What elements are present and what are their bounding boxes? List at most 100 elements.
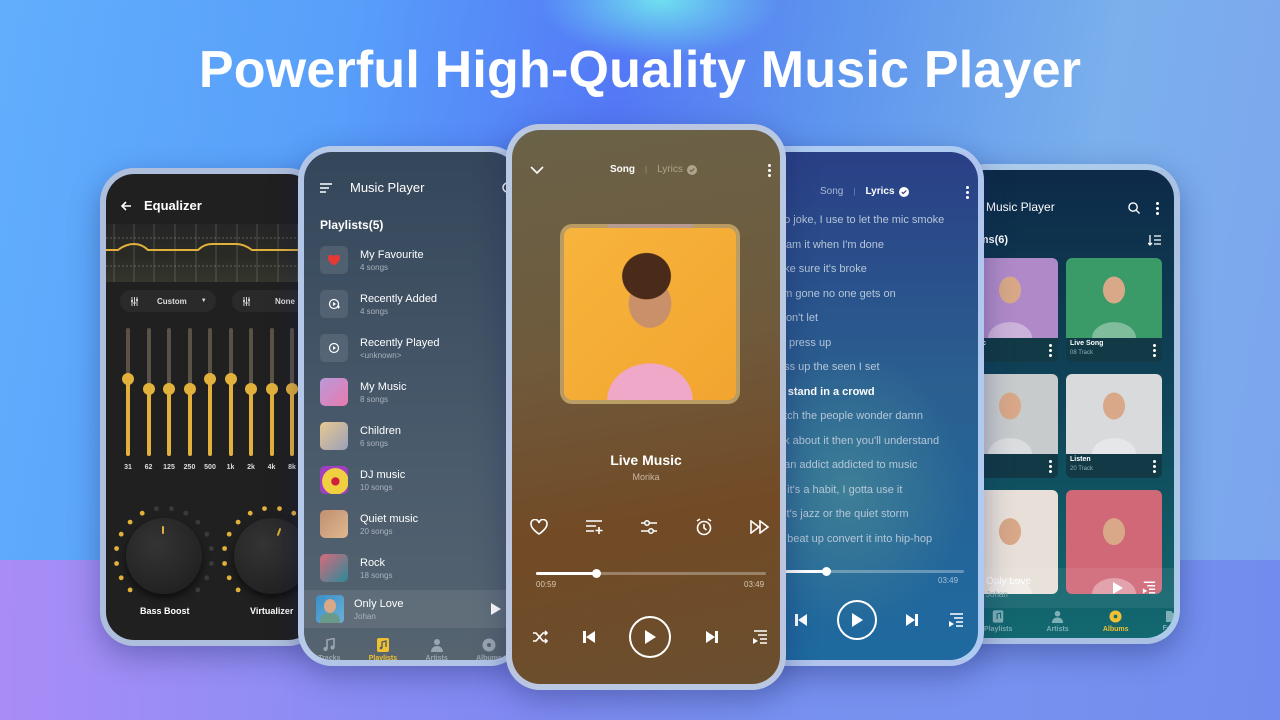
- heart-icon[interactable]: [530, 518, 548, 536]
- eq-band-slider[interactable]: [286, 328, 298, 456]
- next-icon[interactable]: [905, 613, 919, 627]
- lyric-line[interactable]: I'm gone no one gets on: [778, 288, 978, 300]
- playlist-item[interactable]: Children 6 songs: [320, 416, 518, 456]
- playlist-item[interactable]: Rock 18 songs: [320, 548, 518, 588]
- preset-dropdown[interactable]: Custom ▼: [120, 290, 216, 312]
- lyric-line[interactable]: e it's a habit, I gotta use it: [778, 484, 978, 496]
- playlist-cover: [320, 554, 348, 582]
- nav-label: Tracks: [318, 655, 341, 662]
- lyric-line[interactable]: ake sure it's broke: [778, 263, 978, 275]
- equalizer-settings-icon[interactable]: [640, 518, 658, 536]
- lyric-line[interactable]: a beat up convert it into hip-hop: [778, 533, 978, 545]
- eq-band-thumb[interactable]: [265, 383, 278, 395]
- lyric-line[interactable]: nk about it then you'll understand: [778, 435, 978, 447]
- sort-icon[interactable]: [1148, 234, 1161, 246]
- previous-icon[interactable]: [582, 630, 596, 644]
- eq-band-fill: [146, 389, 151, 456]
- nav-albums[interactable]: Albums: [1103, 610, 1129, 633]
- eq-band-slider[interactable]: [183, 328, 196, 456]
- virtualizer-label: Virtualizer: [250, 606, 294, 616]
- playlist-item[interactable]: Recently Played <unknown>: [320, 328, 518, 368]
- mini-player[interactable]: Only Love Johan: [958, 568, 1174, 608]
- eq-band-slider[interactable]: [224, 328, 237, 456]
- playlist-item[interactable]: My Favourite 4 songs: [320, 240, 518, 280]
- eq-band-thumb[interactable]: [286, 383, 298, 395]
- album-card[interactable]: Listen 20 Track: [1066, 374, 1162, 478]
- elapsed-time: 00:59: [536, 580, 557, 589]
- nav-playlists[interactable]: Playlists: [369, 638, 397, 660]
- tab-song[interactable]: Song: [820, 186, 843, 197]
- eq-band-thumb[interactable]: [245, 383, 257, 395]
- play-icon[interactable]: [1112, 581, 1124, 595]
- lyric-line[interactable]: atch the people wonder damn: [778, 410, 978, 422]
- queue-icon[interactable]: [1142, 581, 1156, 594]
- nav-albums[interactable]: Albums: [476, 638, 502, 660]
- playlist-item[interactable]: Quiet music 20 songs: [320, 504, 518, 544]
- knob-level-dot: [195, 519, 201, 525]
- nav-artists[interactable]: Artists: [426, 638, 448, 660]
- eq-band-thumb[interactable]: [224, 373, 237, 385]
- playlist-item[interactable]: DJ music 10 songs: [320, 460, 518, 500]
- back-arrow-icon[interactable]: [120, 200, 132, 212]
- eq-band-slider[interactable]: [204, 328, 216, 456]
- knob-level-dot: [114, 561, 119, 566]
- queue-icon[interactable]: [948, 613, 964, 627]
- nav-artists[interactable]: Artists: [1047, 610, 1069, 633]
- eq-band-thumb[interactable]: [163, 383, 175, 395]
- album-more-icon[interactable]: [1049, 344, 1052, 357]
- lyric-line[interactable]: slam it when I'm done: [778, 239, 978, 251]
- menu-icon[interactable]: [320, 182, 332, 193]
- album-more-icon[interactable]: [1049, 460, 1052, 473]
- mini-player[interactable]: Only Love Johan: [304, 590, 518, 628]
- speed-forward-icon[interactable]: [750, 518, 770, 536]
- chevron-down-icon[interactable]: [530, 166, 544, 175]
- album-card[interactable]: Live Song 08 Track: [1066, 258, 1162, 362]
- eq-band-slider[interactable]: [265, 328, 278, 456]
- tab-lyrics[interactable]: Lyrics: [657, 164, 683, 175]
- play-button[interactable]: [836, 600, 877, 640]
- queue-icon[interactable]: [752, 630, 768, 644]
- lyrics-progress-bar[interactable]: [778, 567, 964, 576]
- playlist-item[interactable]: Recently Added 4 songs: [320, 284, 518, 324]
- lyric-line[interactable]: no joke, I use to let the mic smoke: [778, 214, 978, 226]
- lyric-line[interactable]: ly press up: [778, 337, 978, 349]
- next-icon[interactable]: [705, 630, 719, 644]
- play-button[interactable]: [629, 616, 671, 658]
- search-icon[interactable]: [1128, 202, 1140, 214]
- eq-band-thumb[interactable]: [204, 373, 216, 385]
- lyric-line-current[interactable]: o stand in a crowd: [778, 386, 978, 398]
- playlist-item[interactable]: My Music 8 songs: [320, 372, 518, 412]
- eq-band-slider[interactable]: [163, 328, 175, 456]
- nav-playlists[interactable]: Playlists: [984, 610, 1012, 633]
- lyric-line[interactable]: ess up the seen I set: [778, 361, 978, 373]
- song-progress-bar[interactable]: [536, 569, 766, 578]
- eq-band-slider[interactable]: [245, 328, 257, 456]
- playlist-icon: [991, 610, 1005, 623]
- play-icon[interactable]: [490, 602, 502, 616]
- shuffle-icon[interactable]: [532, 630, 548, 644]
- alarm-clock-icon[interactable]: [695, 518, 713, 536]
- lyric-line[interactable]: t an addict addicted to music: [778, 459, 978, 471]
- lyric-line[interactable]: f it's jazz or the quiet storm: [778, 508, 978, 520]
- more-options-icon[interactable]: [768, 164, 771, 177]
- more-options-icon[interactable]: [966, 186, 969, 199]
- eq-curve-graph: [106, 224, 316, 282]
- nav-tracks[interactable]: Tracks: [318, 638, 341, 662]
- more-options-icon[interactable]: [1156, 202, 1159, 215]
- eq-band-thumb[interactable]: [183, 383, 196, 395]
- eq-band-thumb[interactable]: [142, 383, 155, 395]
- album-more-icon[interactable]: [1153, 344, 1156, 357]
- eq-band-thumb[interactable]: [122, 373, 134, 385]
- knob-level-dot: [204, 575, 210, 581]
- tab-lyrics[interactable]: Lyrics: [865, 186, 894, 197]
- add-to-playlist-icon[interactable]: [585, 518, 603, 536]
- playlist-name: Quiet music: [360, 512, 419, 525]
- album-more-icon[interactable]: [1153, 460, 1156, 473]
- lyrics-controls: [794, 600, 964, 640]
- previous-icon[interactable]: [794, 613, 808, 627]
- eq-band-slider[interactable]: [122, 328, 134, 456]
- lyric-line[interactable]: won't let: [778, 312, 978, 324]
- tab-song[interactable]: Song: [610, 164, 635, 175]
- eq-band-slider[interactable]: [142, 328, 155, 456]
- knob-level-dot: [139, 510, 145, 516]
